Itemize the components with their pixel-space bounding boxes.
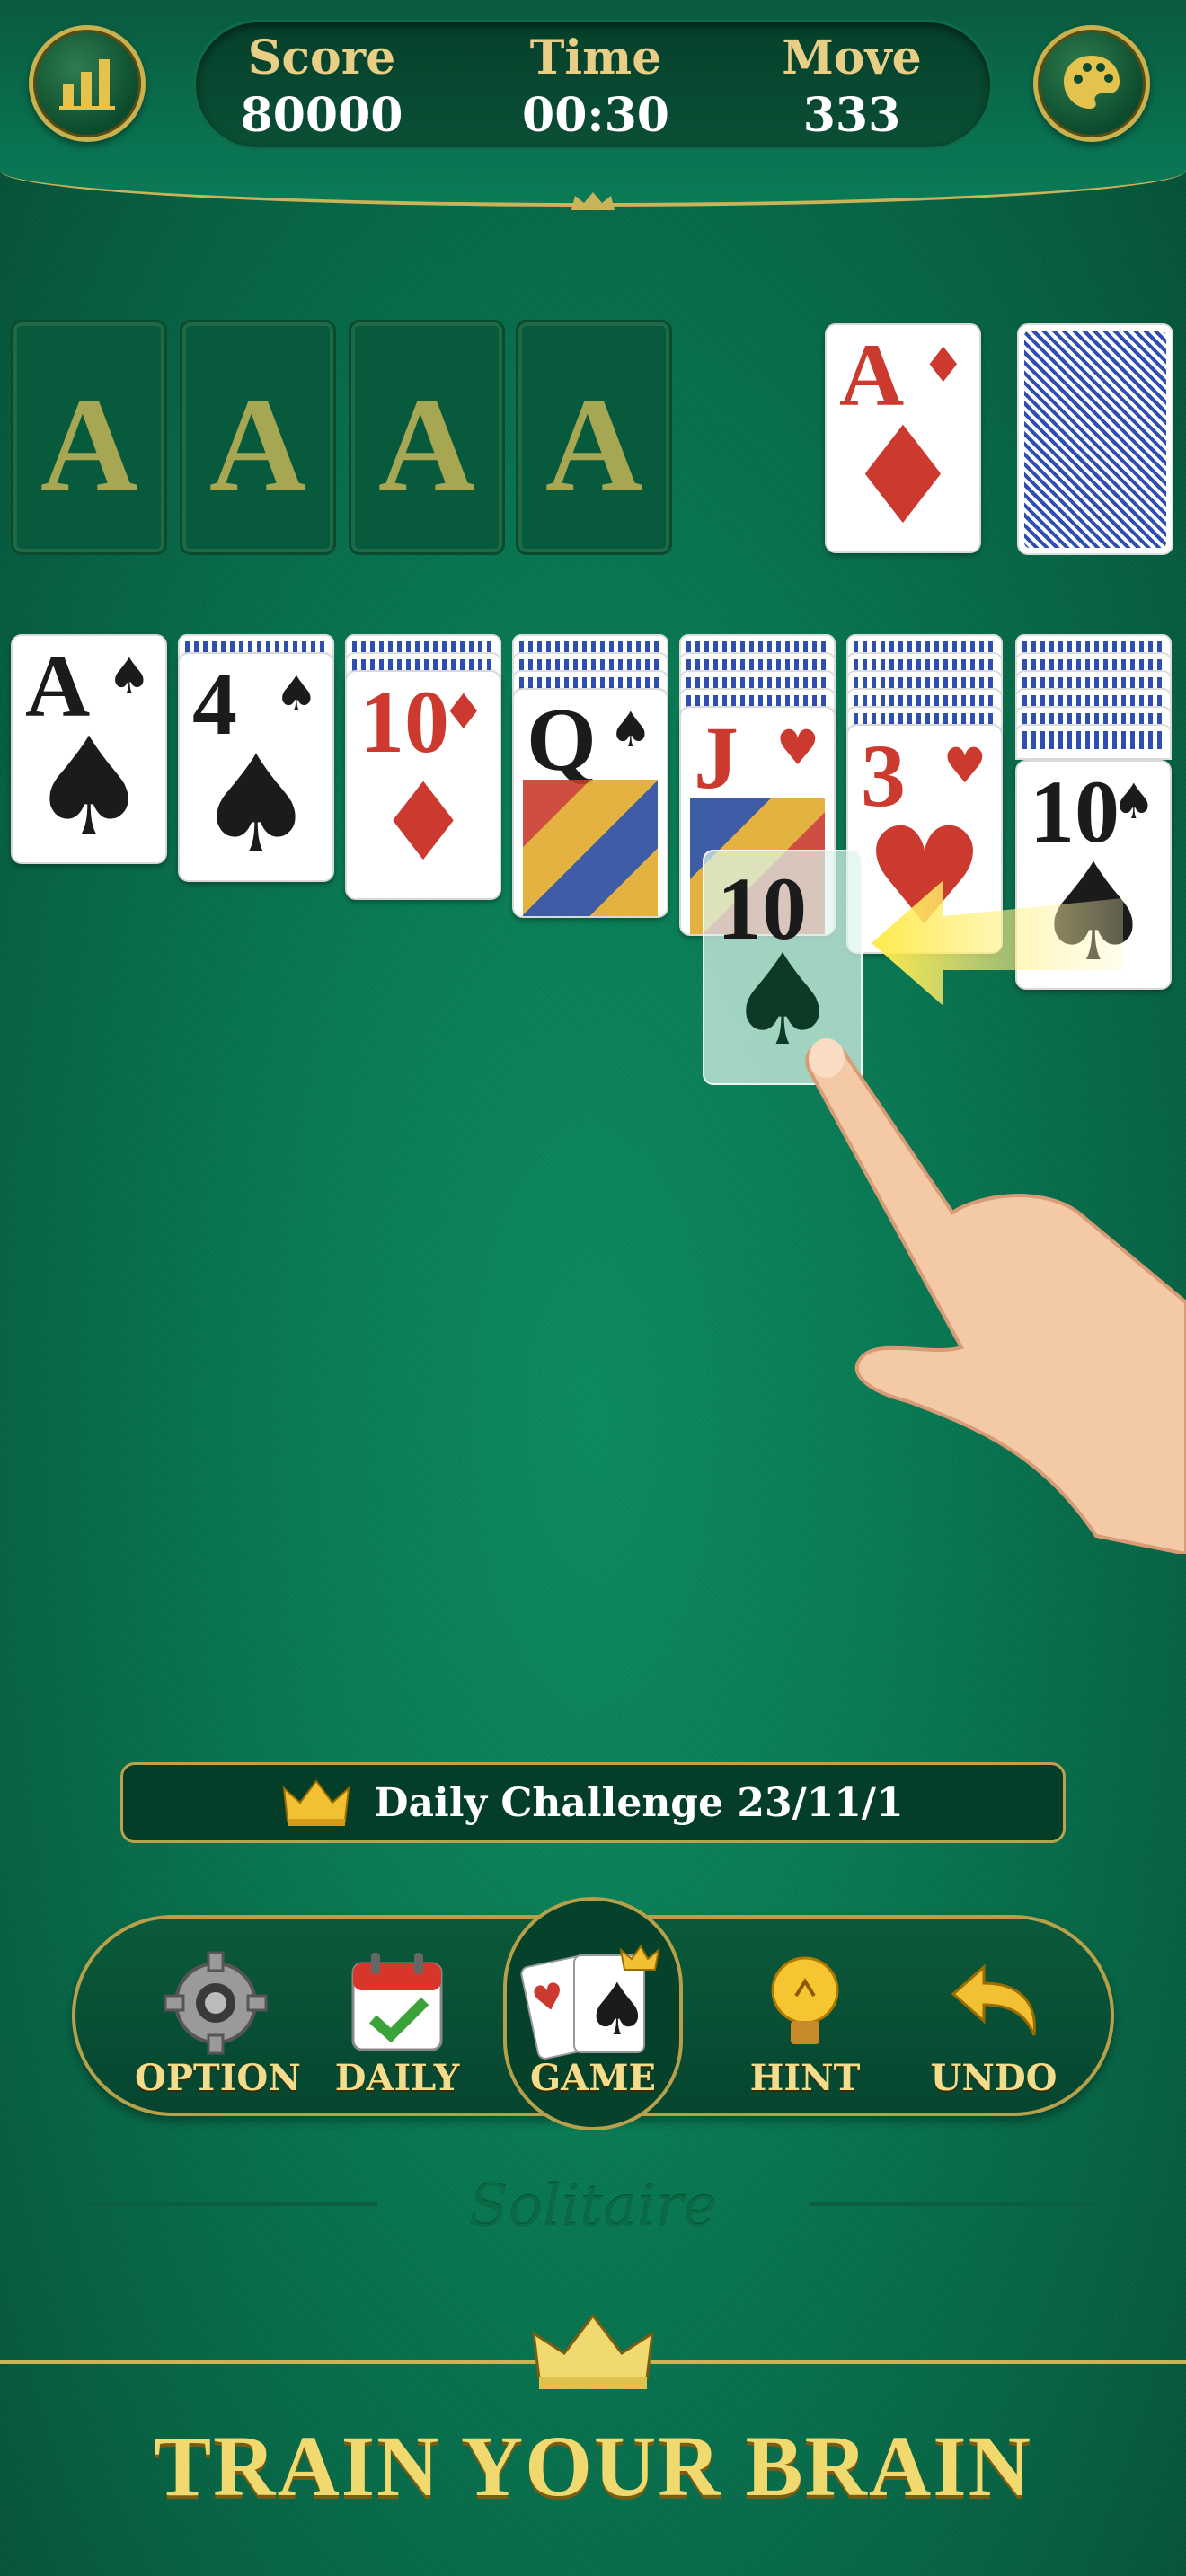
tableau-card-3[interactable]: 10 ♦ ♦ [345,670,501,900]
option-label: OPTION [135,2057,301,2099]
card-suit-small: ♦ [921,337,965,393]
card-rank: J [694,708,739,807]
move-stat: Move 333 [735,30,969,145]
palette-icon [1064,56,1120,109]
time-label: Time [529,31,662,85]
foundation-slot-1[interactable]: A [11,320,167,555]
score-label: Score [247,31,396,85]
time-stat: Time 00:30 [479,30,712,145]
time-value: 00:30 [522,88,669,143]
foundation-slot-4[interactable]: A [516,320,672,555]
stats-panel: Score 80000 Time 00:30 Move 333 [193,20,993,150]
lightbulb-icon [771,1956,839,2044]
pointing-hand-icon [805,1038,1186,1554]
card-suit-small: ♥ [775,719,819,776]
foundation-label: A [208,370,307,519]
bar-chart-icon [59,59,115,110]
calendar-check-icon [351,1953,443,2051]
foundation-slot-2[interactable]: A [180,320,336,555]
score-value: 80000 [240,88,403,143]
gear-icon [164,1951,268,2055]
cards-crown-icon: ♥ ♠ [520,1945,660,2060]
foundation-label: A [377,370,476,519]
card-suit-small: ♠ [107,648,151,704]
card-suit-large: ♦ [375,761,472,886]
hint-label: HINT [749,2057,861,2099]
undo-label: UNDO [930,2057,1058,2099]
daily-challenge-label: Daily Challenge 23/11/1 [374,1779,904,1826]
tableau-card-1[interactable]: A ♠ ♠ [11,634,167,864]
foundation-label: A [40,370,138,519]
card-suit-small: ♥ [943,737,987,794]
card-suit-small: ♠ [608,701,652,758]
game-button[interactable]: ♥ ♠ GAME [512,1945,674,2102]
brand-watermark: Solitaire [468,2174,718,2240]
crown-emblem-icon [532,2313,654,2389]
card-suit-small: ♠ [274,666,318,722]
card-rank: 10 [359,672,449,772]
foundation-label: A [544,370,643,519]
queen-face-figure [523,780,658,916]
daily-button[interactable]: DAILY [316,1949,478,2102]
undo-arrow-icon [951,1963,1036,2036]
theme-button[interactable] [1033,25,1150,142]
hint-arrow-icon [872,880,1123,1006]
card-suit-large: ♠ [28,710,150,864]
move-value: 333 [802,88,901,143]
card-suit-small: ♠ [1111,773,1155,830]
hint-button[interactable]: HINT [724,1949,886,2102]
stock-pile[interactable] [1017,323,1173,555]
card-rank: Q [527,690,597,790]
game-label: GAME [530,2057,656,2099]
crown-icon [283,1779,350,1826]
crown-ornament-icon [571,192,615,210]
daily-challenge-bar[interactable]: Daily Challenge 23/11/1 [120,1762,1066,1843]
card-suit-small: ♦ [441,684,485,740]
score-stat: Score 80000 [205,30,438,145]
card-suit-large: ♠ [195,728,317,882]
stats-button[interactable] [29,25,146,142]
svg-text:♠: ♠ [585,1968,650,2051]
option-button[interactable]: OPTION [135,1949,301,2102]
daily-label: DAILY [334,2057,460,2099]
move-label: Move [782,31,922,85]
tableau-card-4[interactable]: Q ♠ [512,688,668,918]
tableau-card-2[interactable]: 4 ♠ ♠ [178,652,334,882]
face-down-card [1015,724,1172,760]
promo-banner: TRAIN YOUR BRAIN [154,2418,1032,2514]
waste-card[interactable]: A ♦ ♦ [825,323,981,553]
undo-button[interactable]: UNDO [913,1949,1075,2102]
foundation-slot-3[interactable]: A [349,320,505,555]
card-suit-large: ♦ [842,399,964,553]
